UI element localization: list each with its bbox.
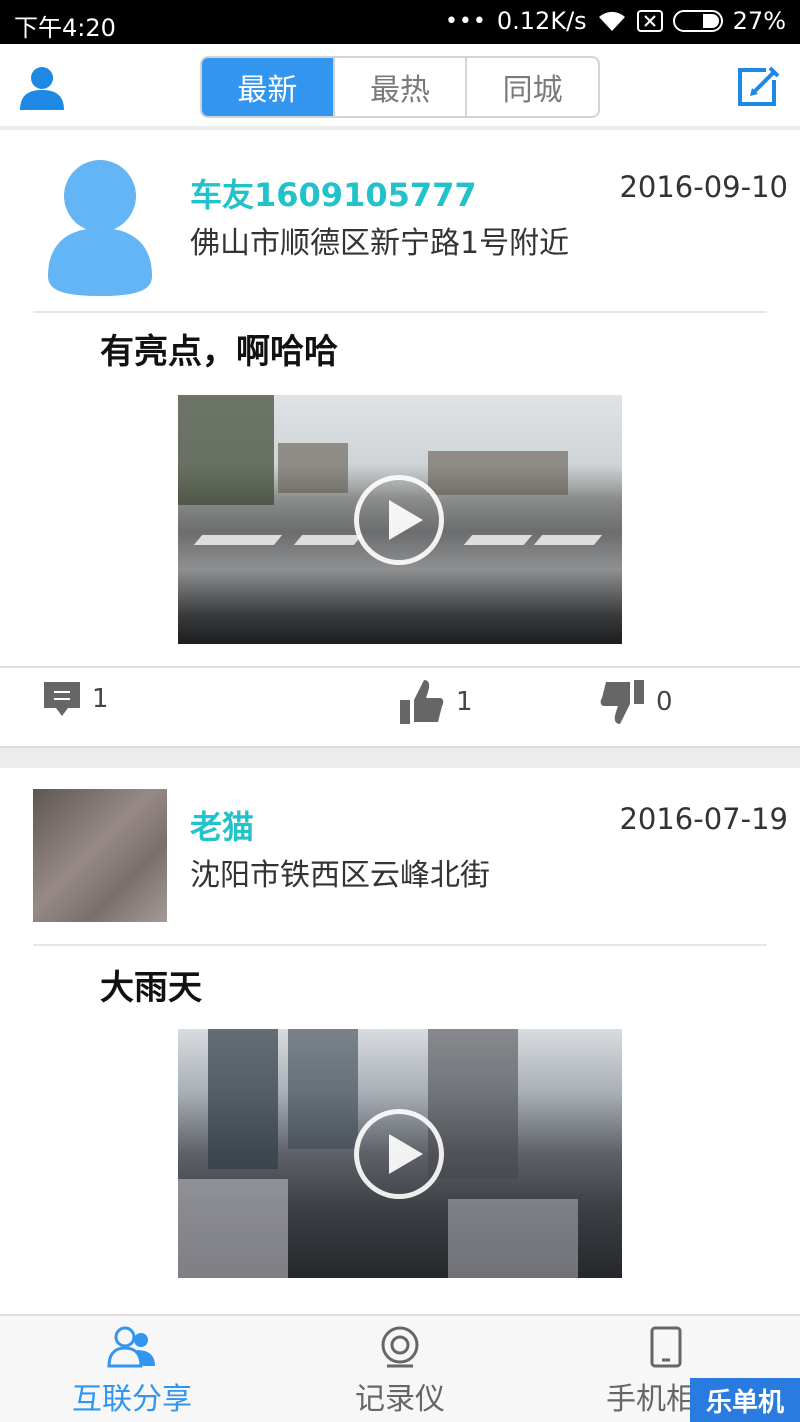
post-username[interactable]: 老猫	[190, 802, 254, 848]
post-username[interactable]: 车友1609105777	[190, 170, 477, 216]
tab-same-city[interactable]: 同城	[465, 58, 598, 116]
post-text: 大雨天	[100, 968, 202, 1008]
video-thumbnail[interactable]	[178, 1029, 622, 1278]
post-actions: 1 1 0	[0, 666, 800, 746]
divider	[33, 944, 767, 946]
video-thumbnail[interactable]	[178, 395, 622, 644]
tab-label: 记录仪	[355, 1382, 445, 1417]
tab-label: 互联分享	[72, 1382, 192, 1417]
post-card[interactable]: 老猫 沈阳市铁西区云峰北街 2016-07-19 大雨天	[0, 768, 800, 1314]
tab-hottest[interactable]: 最热	[332, 58, 466, 116]
post-date: 2016-09-10	[619, 170, 788, 204]
tab-latest[interactable]: 最新	[202, 58, 333, 116]
post-location: 佛山市顺德区新宁路1号附近	[190, 226, 570, 261]
people-icon	[107, 1326, 155, 1368]
no-sim-icon	[636, 10, 663, 32]
comment-button[interactable]: 1	[44, 682, 109, 716]
thumbs-up-icon	[400, 680, 444, 724]
play-icon[interactable]	[354, 475, 444, 565]
dislike-count: 0	[656, 687, 673, 717]
post-location: 沈阳市铁西区云峰北街	[190, 858, 490, 893]
post-card[interactable]: 车友1609105777 佛山市顺德区新宁路1号附近 2016-09-10 有亮…	[0, 134, 800, 746]
divider	[33, 311, 767, 313]
photo-avatar[interactable]	[33, 789, 167, 922]
bottom-tab-bar: 互联分享 记录仪 手机相册	[0, 1314, 800, 1422]
post-text: 有亮点，啊哈哈	[100, 332, 338, 372]
network-speed: 0.12K/s	[496, 7, 587, 35]
edit-icon[interactable]	[736, 64, 780, 108]
play-icon[interactable]	[354, 1109, 444, 1199]
phone-icon	[650, 1326, 682, 1368]
comment-count: 1	[92, 684, 109, 714]
post-date: 2016-07-19	[619, 802, 788, 836]
status-right: ••• 0.12K/s 27%	[445, 7, 786, 35]
user-icon[interactable]	[18, 64, 66, 112]
dislike-button[interactable]: 0	[600, 680, 673, 724]
status-time: 下午4:20	[14, 14, 116, 42]
status-bar: 下午4:20 ••• 0.12K/s 27%	[0, 0, 800, 44]
thumbs-down-icon	[600, 680, 644, 724]
camera-icon	[381, 1326, 419, 1368]
top-nav: 最新 最热 同城	[0, 44, 800, 130]
wifi-icon	[598, 11, 625, 31]
battery-icon	[672, 10, 723, 32]
like-button[interactable]: 1	[400, 680, 473, 724]
tab-share[interactable]: 互联分享	[32, 1326, 232, 1418]
more-dots-icon: •••	[444, 8, 487, 34]
feed-tabs: 最新 最热 同城	[200, 56, 600, 118]
tab-recorder[interactable]: 记录仪	[300, 1326, 500, 1418]
like-count: 1	[456, 687, 473, 717]
battery-percent: 27%	[732, 7, 786, 35]
default-avatar-icon[interactable]	[48, 156, 152, 300]
watermark-logo: 乐单机	[690, 1378, 800, 1422]
feed-separator	[0, 746, 800, 768]
comment-icon	[44, 682, 80, 716]
